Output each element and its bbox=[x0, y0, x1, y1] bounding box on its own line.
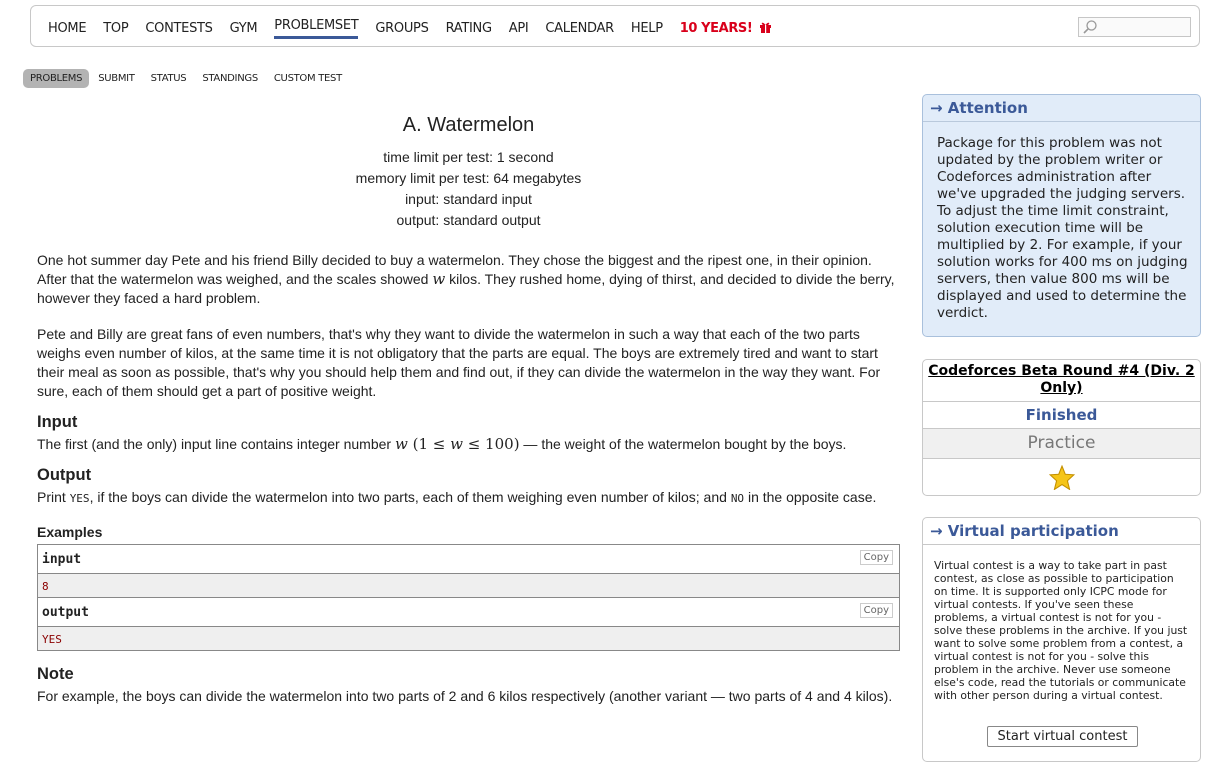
nav-help[interactable]: HELP bbox=[631, 19, 663, 36]
nav-api[interactable]: API bbox=[509, 19, 529, 36]
copy-output-button[interactable]: Copy bbox=[859, 603, 893, 619]
top-navigation: HOME TOP CONTESTS GYM PROBLEMSET GROUPS … bbox=[30, 5, 1200, 47]
output-section-title: Output bbox=[37, 466, 92, 485]
main-menu: HOME TOP CONTESTS GYM PROBLEMSET GROUPS … bbox=[48, 6, 789, 48]
nav-contests[interactable]: CONTESTS bbox=[145, 19, 213, 36]
sample-output-header: output Copy bbox=[38, 598, 899, 628]
statement-paragraph-1: One hot summer day Pete and his friend B… bbox=[37, 251, 900, 309]
favourite-toggle[interactable] bbox=[923, 459, 1200, 495]
math-constraint: ≤ 100) bbox=[462, 435, 520, 454]
output-literal: NO bbox=[730, 492, 745, 506]
input-text: The first (and the only) input line cont… bbox=[37, 436, 395, 453]
attention-box: → Attention Package for this problem was… bbox=[922, 94, 1201, 337]
tab-submit[interactable]: SUBMIT bbox=[91, 69, 141, 88]
examples-title: Examples bbox=[37, 524, 103, 541]
problem-limits: time limit per test: 1 second memory lim… bbox=[37, 147, 900, 231]
input-text: — the weight of the watermelon bought by… bbox=[519, 436, 847, 453]
nav-rating[interactable]: RATING bbox=[446, 19, 492, 36]
output-specification: Print YES, if the boys can divide the wa… bbox=[37, 488, 900, 508]
nav-gym[interactable]: GYM bbox=[230, 19, 258, 36]
statement-paragraph-2: Pete and Billy are great fans of even nu… bbox=[37, 325, 881, 400]
nav-calendar[interactable]: CALENDAR bbox=[545, 19, 614, 36]
attention-text: Package for this problem was not updated… bbox=[937, 135, 1188, 321]
nav-10-years[interactable]: 10 YEARS! bbox=[680, 19, 772, 36]
note-text: For example, the boys can divide the wat… bbox=[37, 688, 893, 705]
virtual-text: Virtual contest is a way to take part in… bbox=[934, 559, 1188, 702]
tab-standings[interactable]: STANDINGS bbox=[195, 69, 265, 88]
anniversary-label: 10 YEARS! bbox=[679, 20, 753, 36]
input-file: input: standard input bbox=[405, 191, 532, 207]
nav-top[interactable]: TOP bbox=[103, 19, 128, 36]
output-text: , if the boys can divide the watermelon … bbox=[89, 489, 731, 506]
output-literal: YES bbox=[69, 492, 90, 506]
memory-limit: memory limit per test: 64 megabytes bbox=[355, 170, 582, 186]
contest-status: Finished bbox=[923, 402, 1200, 429]
legend: One hot summer day Pete and his friend B… bbox=[37, 251, 900, 401]
contest-info-box: Codeforces Beta Round #4 (Div. 2 Only) F… bbox=[922, 359, 1201, 496]
sample-input-label: input bbox=[42, 552, 82, 568]
gift-icon bbox=[759, 22, 771, 33]
contest-name-link[interactable]: Codeforces Beta Round #4 (Div. 2 Only) bbox=[923, 360, 1200, 402]
second-level-menu: PROBLEMS SUBMIT STATUS STANDINGS CUSTOM … bbox=[23, 69, 351, 88]
sample-test: input Copy 8 output Copy YES bbox=[37, 544, 900, 652]
nav-groups[interactable]: GROUPS bbox=[375, 19, 428, 36]
star-icon bbox=[1048, 464, 1075, 490]
sample-input-value[interactable]: 8 bbox=[38, 574, 899, 599]
math-variable: w bbox=[450, 435, 463, 454]
sample-input-header: input Copy bbox=[38, 545, 899, 575]
math-variable: w bbox=[394, 435, 408, 454]
note-title: Note bbox=[37, 665, 74, 684]
search-input[interactable] bbox=[1078, 17, 1191, 37]
output-text: in the opposite case. bbox=[744, 489, 877, 506]
start-virtual-contest-button[interactable]: Start virtual contest bbox=[987, 726, 1138, 747]
search-icon bbox=[1083, 20, 1097, 34]
problem-title: A. Watermelon bbox=[402, 114, 535, 136]
virtual-title: → Virtual participation bbox=[923, 518, 1200, 545]
math-constraint: (1 ≤ bbox=[407, 435, 451, 454]
nav-home[interactable]: HOME bbox=[48, 19, 87, 36]
attention-title: → Attention bbox=[923, 95, 1200, 122]
nav-problemset[interactable]: PROBLEMSET bbox=[274, 16, 359, 39]
virtual-participation-box: → Virtual participation Virtual contest … bbox=[922, 517, 1201, 762]
copy-input-button[interactable]: Copy bbox=[859, 550, 893, 566]
sample-output-text: YES bbox=[42, 633, 62, 647]
input-section-title: Input bbox=[37, 413, 78, 432]
tab-status[interactable]: STATUS bbox=[144, 69, 194, 88]
sample-output-value[interactable]: YES bbox=[38, 627, 899, 651]
tab-custom-test[interactable]: CUSTOM TEST bbox=[267, 69, 349, 88]
time-limit: time limit per test: 1 second bbox=[383, 149, 554, 165]
problem-statement: A. Watermelon time limit per test: 1 sec… bbox=[37, 110, 900, 706]
math-variable: w bbox=[432, 270, 446, 289]
sample-output-label: output bbox=[42, 605, 89, 621]
sample-input-text: 8 bbox=[42, 580, 49, 594]
output-file: output: standard output bbox=[396, 212, 541, 228]
contest-phase: Practice bbox=[923, 429, 1200, 459]
input-specification: The first (and the only) input line cont… bbox=[37, 435, 900, 454]
tab-problems[interactable]: PROBLEMS bbox=[23, 69, 90, 88]
output-text: Print bbox=[37, 489, 70, 506]
